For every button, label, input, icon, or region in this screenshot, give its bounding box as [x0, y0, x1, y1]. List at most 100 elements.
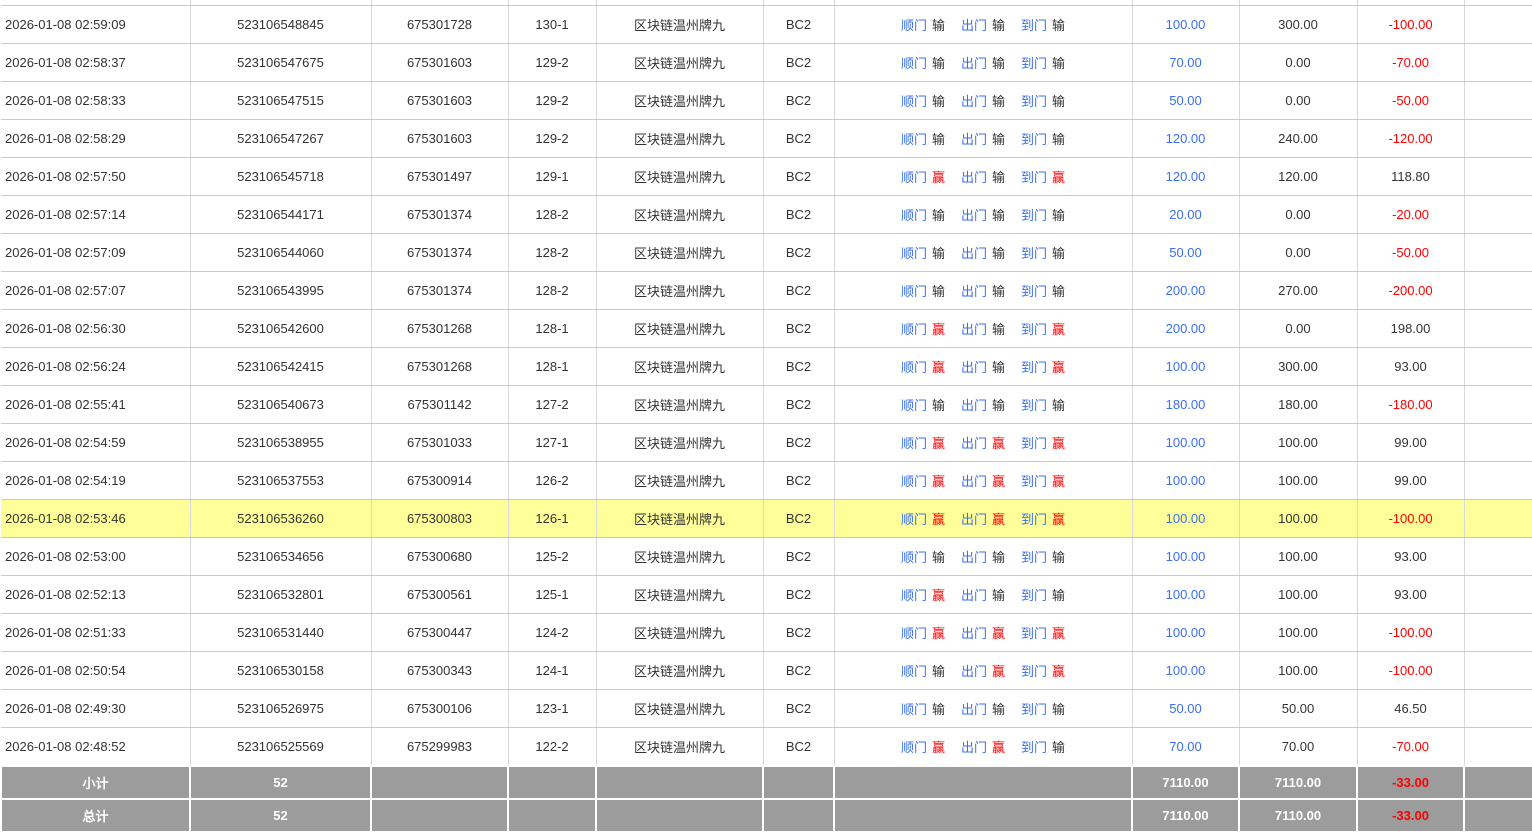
table-row[interactable]: 2026-01-08 02:58:37523106547675675301603… [1, 44, 1532, 82]
gate-link[interactable]: 到门 [1021, 398, 1047, 413]
table-row[interactable]: 2026-01-08 02:53:00523106534656675300680… [1, 538, 1532, 576]
gate-link[interactable]: 出门 [961, 626, 987, 641]
bet-amount-link[interactable]: 50.00 [1169, 245, 1202, 260]
gate-link[interactable]: 到门 [1021, 208, 1047, 223]
gate-link[interactable]: 到门 [1021, 18, 1047, 33]
table-row[interactable]: 2026-01-08 02:57:50523106545718675301497… [1, 158, 1532, 196]
gate-link[interactable]: 顺门 [901, 284, 927, 299]
table-row[interactable]: 2026-01-08 02:57:09523106544060675301374… [1, 234, 1532, 272]
gate-link[interactable]: 出门 [961, 740, 987, 755]
bet-amount-link[interactable]: 100.00 [1166, 549, 1206, 564]
gate-link[interactable]: 顺门 [901, 360, 927, 375]
table-row[interactable]: 2026-01-08 02:54:59523106538955675301033… [1, 424, 1532, 462]
gate-link[interactable]: 顺门 [901, 702, 927, 717]
gate-link[interactable]: 到门 [1021, 588, 1047, 603]
gate-link[interactable]: 顺门 [901, 322, 927, 337]
gate-link[interactable]: 出门 [961, 436, 987, 451]
gate-link[interactable]: 出门 [961, 208, 987, 223]
table-row[interactable]: 2026-01-08 02:54:19523106537553675300914… [1, 462, 1532, 500]
gate-link[interactable]: 到门 [1021, 436, 1047, 451]
bet-amount-link[interactable]: 100.00 [1166, 435, 1206, 450]
bet-amount-link[interactable]: 120.00 [1166, 169, 1206, 184]
bet-amount-link[interactable]: 200.00 [1166, 321, 1206, 336]
gate-link[interactable]: 顺门 [901, 94, 927, 109]
gate-link[interactable]: 到门 [1021, 56, 1047, 71]
gate-link[interactable]: 顺门 [901, 208, 927, 223]
gate-link[interactable]: 到门 [1021, 94, 1047, 109]
table-row[interactable]: 2026-01-08 02:58:29523106547267675301603… [1, 120, 1532, 158]
gate-link[interactable]: 出门 [961, 588, 987, 603]
bet-amount-link[interactable]: 20.00 [1169, 207, 1202, 222]
bet-amount-link[interactable]: 100.00 [1166, 473, 1206, 488]
bet-amount-link[interactable]: 50.00 [1169, 701, 1202, 716]
table-row[interactable]: 2026-01-08 02:51:33523106531440675300447… [1, 614, 1532, 652]
gate-link[interactable]: 出门 [961, 550, 987, 565]
gate-link[interactable]: 顺门 [901, 626, 927, 641]
gate-link[interactable]: 到门 [1021, 246, 1047, 261]
bet-amount-link[interactable]: 100.00 [1166, 359, 1206, 374]
table-row[interactable]: 2026-01-08 02:48:52523106525569675299983… [1, 728, 1532, 767]
bet-amount-link[interactable]: 70.00 [1169, 739, 1202, 754]
bet-amount-link[interactable]: 70.00 [1169, 55, 1202, 70]
bet-amount-link[interactable]: 180.00 [1166, 397, 1206, 412]
gate-link[interactable]: 到门 [1021, 284, 1047, 299]
gate-link[interactable]: 出门 [961, 322, 987, 337]
gate-link[interactable]: 出门 [961, 512, 987, 527]
gate-link[interactable]: 到门 [1021, 550, 1047, 565]
bet-amount-link[interactable]: 50.00 [1169, 93, 1202, 108]
bet-amount-link[interactable]: 120.00 [1166, 131, 1206, 146]
gate-link[interactable]: 到门 [1021, 322, 1047, 337]
gate-link[interactable]: 出门 [961, 398, 987, 413]
gate-link[interactable]: 出门 [961, 18, 987, 33]
gate-link[interactable]: 出门 [961, 132, 987, 147]
table-row[interactable]: 2026-01-08 02:58:33523106547515675301603… [1, 82, 1532, 120]
gate-link[interactable]: 出门 [961, 664, 987, 679]
gate-link[interactable]: 到门 [1021, 132, 1047, 147]
gate-link[interactable]: 到门 [1021, 740, 1047, 755]
table-row[interactable]: 2026-01-08 02:53:46523106536260675300803… [1, 500, 1532, 538]
gate-link[interactable]: 出门 [961, 702, 987, 717]
bet-amount-link[interactable]: 100.00 [1166, 625, 1206, 640]
gate-link[interactable]: 出门 [961, 284, 987, 299]
table-row[interactable]: 2026-01-08 02:57:07523106543995675301374… [1, 272, 1532, 310]
bet-amount-link[interactable]: 100.00 [1166, 17, 1206, 32]
gate-link[interactable]: 出门 [961, 170, 987, 185]
gate-link[interactable]: 到门 [1021, 626, 1047, 641]
gate-link[interactable]: 顺门 [901, 436, 927, 451]
bet-amount-link[interactable]: 100.00 [1166, 663, 1206, 678]
table-row[interactable]: 2026-01-08 02:55:41523106540673675301142… [1, 386, 1532, 424]
gate-link[interactable]: 顺门 [901, 56, 927, 71]
gate-link[interactable]: 顺门 [901, 740, 927, 755]
gate-link[interactable]: 到门 [1021, 664, 1047, 679]
gate-link[interactable]: 到门 [1021, 170, 1047, 185]
gate-link[interactable]: 顺门 [901, 512, 927, 527]
gate-link[interactable]: 顺门 [901, 132, 927, 147]
gate-link[interactable]: 出门 [961, 360, 987, 375]
table-row[interactable]: 2026-01-08 02:56:24523106542415675301268… [1, 348, 1532, 386]
table-row[interactable]: 2026-01-08 02:56:30523106542600675301268… [1, 310, 1532, 348]
table-row[interactable]: 2026-01-08 02:50:54523106530158675300343… [1, 652, 1532, 690]
gate-link[interactable]: 顺门 [901, 18, 927, 33]
table-row[interactable]: 2026-01-08 02:49:30523106526975675300106… [1, 690, 1532, 728]
table-row[interactable]: 2026-01-08 02:52:13523106532801675300561… [1, 576, 1532, 614]
gate-link[interactable]: 出门 [961, 94, 987, 109]
gate-link[interactable]: 顺门 [901, 550, 927, 565]
bet-amount-link[interactable]: 200.00 [1166, 283, 1206, 298]
gate-link[interactable]: 顺门 [901, 474, 927, 489]
gate-link[interactable]: 顺门 [901, 664, 927, 679]
gate-link[interactable]: 到门 [1021, 512, 1047, 527]
gate-link[interactable]: 到门 [1021, 474, 1047, 489]
gate-link[interactable]: 顺门 [901, 588, 927, 603]
gate-link[interactable]: 顺门 [901, 170, 927, 185]
table-row[interactable]: 2026-01-08 02:57:14523106544171675301374… [1, 196, 1532, 234]
bet-amount-link[interactable]: 100.00 [1166, 511, 1206, 526]
bet-amount-link[interactable]: 100.00 [1166, 587, 1206, 602]
gate-link[interactable]: 出门 [961, 246, 987, 261]
gate-link[interactable]: 到门 [1021, 702, 1047, 717]
table-row[interactable]: 2026-01-08 02:59:09523106548845675301728… [1, 6, 1532, 44]
gate-link[interactable]: 顺门 [901, 398, 927, 413]
gate-link[interactable]: 出门 [961, 474, 987, 489]
gate-link[interactable]: 出门 [961, 56, 987, 71]
gate-link[interactable]: 顺门 [901, 246, 927, 261]
gate-link[interactable]: 到门 [1021, 360, 1047, 375]
